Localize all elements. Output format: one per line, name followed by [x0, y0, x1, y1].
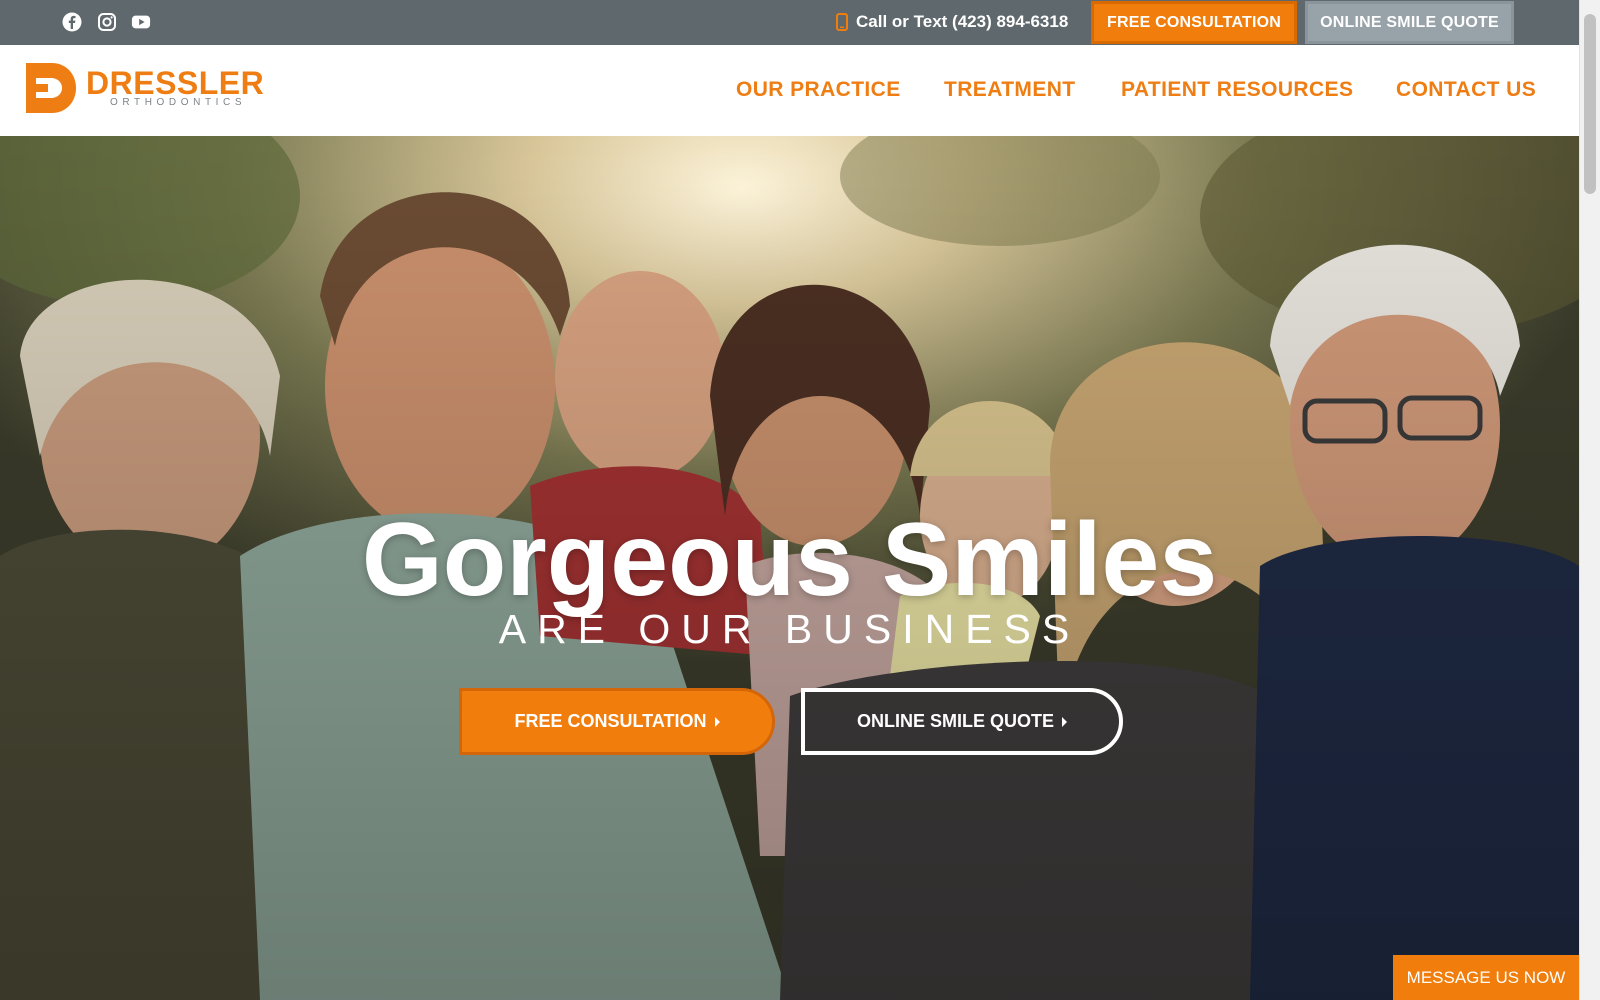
site-header: DRESSLER ORTHODONTICS OUR PRACTICE TREAT… — [0, 45, 1579, 136]
logo[interactable]: DRESSLER ORTHODONTICS — [26, 63, 266, 115]
nav-treatment[interactable]: TREATMENT — [944, 78, 1076, 102]
scrollbar-thumb[interactable] — [1584, 14, 1596, 194]
hero-free-consultation-label: FREE CONSULTATION — [514, 711, 707, 731]
hero-online-smile-quote-label: ONLINE SMILE QUOTE — [856, 711, 1054, 731]
top-online-smile-quote-button[interactable]: ONLINE SMILE QUOTE — [1305, 1, 1514, 44]
hero-title: Gorgeous Smiles — [361, 502, 1218, 618]
youtube-icon[interactable] — [131, 12, 151, 32]
phone-link[interactable]: Call or Text (423) 894-6318 — [836, 11, 1068, 33]
message-us-now-button[interactable]: MESSAGE US NOW — [1393, 955, 1579, 1000]
nav-contact-us[interactable]: CONTACT US — [1396, 78, 1536, 102]
page-scrollbar[interactable] — [1579, 0, 1600, 1000]
caret-right-icon — [1062, 716, 1067, 727]
hero-subtitle: ARE OUR BUSINESS — [498, 606, 1081, 652]
top-utility-bar: Call or Text (423) 894-6318 FREE CONSULT… — [0, 0, 1579, 45]
hero-free-consultation-button[interactable]: FREE CONSULTATION — [459, 688, 775, 755]
hero-section: Gorgeous Smiles ARE OUR BUSINESS FREE CO… — [0, 136, 1579, 1000]
top-free-consultation-button[interactable]: FREE CONSULTATION — [1091, 1, 1297, 44]
logo-wordmark: DRESSLER — [86, 65, 265, 101]
caret-right-icon — [714, 716, 720, 727]
hero-online-smile-quote-button[interactable]: ONLINE SMILE QUOTE — [801, 688, 1123, 755]
nav-our-practice[interactable]: OUR PRACTICE — [736, 78, 901, 102]
logo-subtitle: ORTHODONTICS — [110, 97, 247, 108]
nav-patient-resources[interactable]: PATIENT RESOURCES — [1121, 78, 1353, 102]
instagram-icon[interactable] — [97, 12, 117, 32]
phone-text: Call or Text (423) 894-6318 — [856, 12, 1069, 31]
mobile-phone-icon — [836, 13, 848, 31]
facebook-icon[interactable] — [62, 12, 82, 32]
logo-mark-icon — [26, 63, 76, 113]
